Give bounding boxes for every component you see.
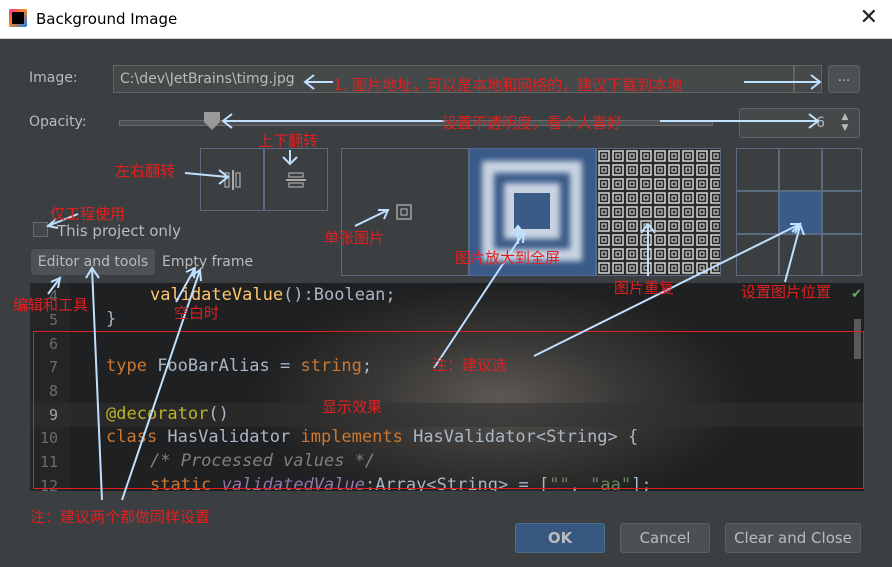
annotation-both-same: 注：建议两个都做同样设置 xyxy=(30,508,211,526)
annotation-flip-vertical: 上下翻转 xyxy=(258,132,319,150)
annotation-editor-tools: 编辑和工具 xyxy=(13,296,89,314)
annotation-project-only: 仅工程使用 xyxy=(50,205,126,223)
annotation-single-image: 单张图片 xyxy=(324,229,385,247)
annotation-stretch: 图片放大到全屏 xyxy=(455,249,561,267)
annotation-empty-frame: 空白时 xyxy=(174,304,220,322)
annotation-preview: 显示效果 xyxy=(322,398,383,416)
annotation-image-path: 1. 图片地址，可以是本地和网络的，建议下载到本地 xyxy=(333,76,683,94)
annotation-repeat: 图片重复 xyxy=(614,279,675,297)
annotation-recommend: 注：建议选 xyxy=(432,356,508,374)
annotation-position: 设置图片位置 xyxy=(741,283,832,301)
annotation-opacity: 设置不透明度，看个人喜好 xyxy=(442,114,623,132)
annotation-flip-horizontal: 左右翻转 xyxy=(115,162,176,180)
